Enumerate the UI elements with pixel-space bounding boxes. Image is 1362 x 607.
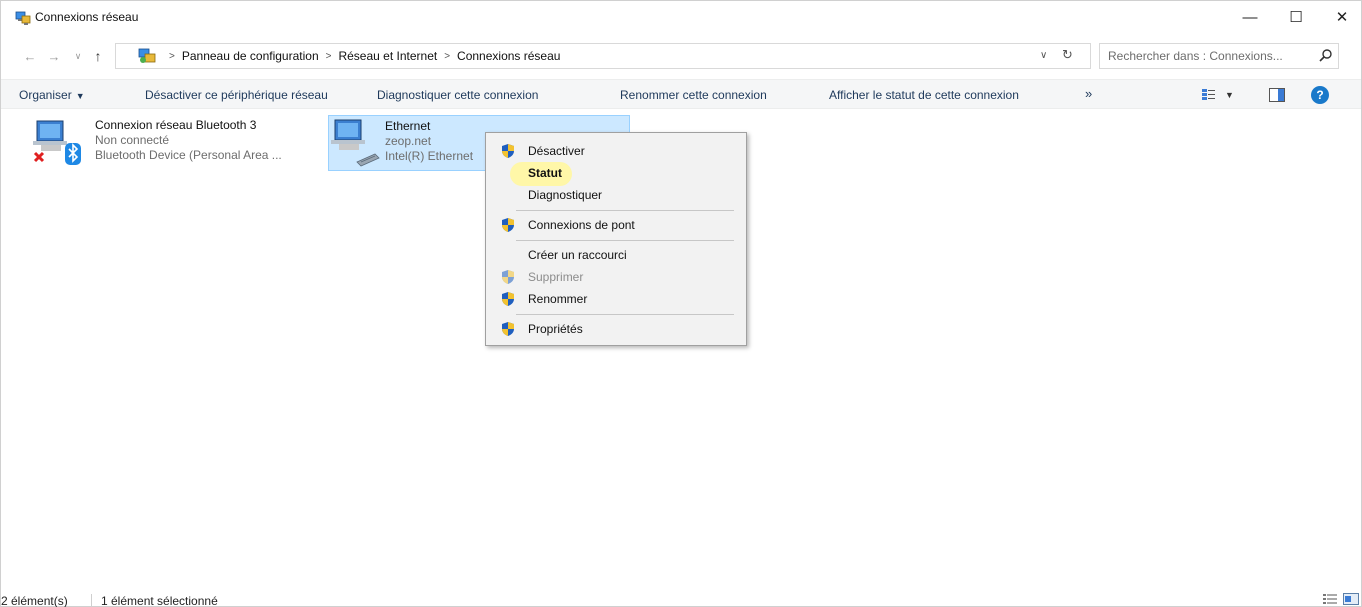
diagnose-connection-button[interactable]: Diagnostiquer cette connexion: [377, 88, 538, 102]
uac-shield-icon: [502, 292, 514, 306]
caret-down-icon: ▼: [75, 91, 85, 101]
uac-shield-icon: [502, 322, 514, 336]
menu-item-status[interactable]: Statut: [486, 162, 746, 186]
rename-connection-button[interactable]: Renommer cette connexion: [620, 88, 767, 102]
menu-item-label: Propriétés: [528, 322, 583, 336]
recent-locations-chevron-icon[interactable]: ∨: [69, 47, 87, 65]
item-count: 2 élément(s): [1, 594, 68, 607]
connection-device: Intel(R) Ethernet: [385, 149, 474, 163]
window-title: Connexions réseau: [35, 10, 139, 24]
breadcrumb: > Panneau de configuration > Réseau et I…: [162, 49, 560, 63]
connection-status: Non connecté: [95, 133, 170, 147]
network-adapter-bluetooth-icon: [33, 120, 81, 165]
chevron-right-icon[interactable]: >: [169, 51, 175, 62]
chevron-right-icon[interactable]: >: [444, 51, 450, 62]
large-icons-view-icon[interactable]: [1343, 593, 1359, 605]
connection-status: zeop.net: [385, 134, 432, 148]
command-bar: Organiser ▼ Désactiver ce périphérique ré…: [1, 79, 1361, 109]
uac-shield-icon: [502, 218, 514, 232]
connection-name: Connexion réseau Bluetooth 3: [95, 118, 257, 132]
selection-count: 1 élément sélectionné: [101, 594, 218, 607]
connection-item-bluetooth[interactable]: Connexion réseau Bluetooth 3 Non connect…: [25, 115, 321, 171]
breadcrumb-network-internet[interactable]: Réseau et Internet: [338, 49, 437, 63]
view-options-icon: [1202, 89, 1215, 100]
menu-item-create-shortcut[interactable]: Créer un raccourci: [486, 244, 746, 266]
address-bar[interactable]: > Panneau de configuration > Réseau et I…: [115, 43, 1091, 69]
network-connections-icon: [15, 11, 31, 25]
uac-shield-icon: [502, 144, 514, 158]
menu-item-rename[interactable]: Renommer: [486, 288, 746, 310]
preview-pane-icon[interactable]: [1269, 88, 1285, 102]
title-bar: Connexions réseau — ☐ ✕: [1, 1, 1361, 35]
menu-item-label: Désactiver: [528, 144, 585, 158]
menu-item-label: Connexions de pont: [528, 218, 635, 232]
breadcrumb-control-panel[interactable]: Panneau de configuration: [182, 49, 319, 63]
context-menu: Désactiver Statut Diagnostiquer Connexio…: [485, 132, 747, 346]
organize-label: Organiser: [19, 88, 72, 102]
view-status-button[interactable]: Afficher le statut de cette connexion: [829, 88, 1019, 102]
search-input[interactable]: Rechercher dans : Connexions...: [1099, 43, 1339, 69]
back-arrow-icon[interactable]: ←: [21, 47, 39, 65]
maximize-button[interactable]: ☐: [1273, 1, 1319, 33]
menu-item-label: Diagnostiquer: [528, 188, 603, 202]
disable-device-button[interactable]: Désactiver ce périphérique réseau: [145, 88, 328, 102]
details-view-icon[interactable]: [1323, 593, 1337, 605]
menu-item-diagnose[interactable]: Diagnostiquer: [486, 184, 746, 206]
network-adapter-ethernet-icon: [331, 119, 380, 167]
chevron-right-icon[interactable]: >: [326, 51, 332, 62]
menu-item-disable[interactable]: Désactiver: [486, 140, 746, 162]
close-button[interactable]: ✕: [1319, 1, 1362, 33]
menu-item-properties[interactable]: Propriétés: [486, 318, 746, 340]
menu-item-label: Créer un raccourci: [528, 248, 627, 262]
connection-device: Bluetooth Device (Personal Area ...: [95, 148, 282, 162]
caret-down-icon: ▼: [1225, 90, 1234, 100]
menu-item-bridge[interactable]: Connexions de pont: [486, 214, 746, 236]
explorer-window: Connexions réseau — ☐ ✕ ← → ∨ ↑ > Pannea…: [0, 0, 1362, 607]
change-view-button[interactable]: ▼: [1201, 87, 1235, 103]
status-bar: 2 élément(s) 1 élément sélectionné: [1, 591, 1361, 607]
menu-item-label: Supprimer: [528, 270, 584, 284]
breadcrumb-network-connections[interactable]: Connexions réseau: [457, 49, 560, 63]
menu-item-label: Renommer: [528, 292, 588, 306]
address-row: ← → ∨ ↑ > Panneau de configuration > Rés…: [1, 41, 1361, 71]
uac-shield-icon: [502, 270, 514, 284]
refresh-icon[interactable]: ↻: [1062, 47, 1073, 63]
control-panel-icon: [138, 48, 156, 63]
menu-separator: [516, 314, 734, 315]
minimize-button[interactable]: —: [1227, 1, 1273, 33]
search-placeholder: Rechercher dans : Connexions...: [1108, 49, 1283, 63]
help-icon[interactable]: ?: [1311, 86, 1329, 104]
menu-item-delete: Supprimer: [486, 266, 746, 288]
forward-arrow-icon[interactable]: →: [45, 47, 63, 65]
more-commands-button[interactable]: »: [1085, 86, 1092, 101]
menu-separator: [516, 210, 734, 211]
organize-menu-button[interactable]: Organiser ▼: [19, 88, 85, 102]
address-dropdown-icon[interactable]: ∨: [1040, 50, 1047, 61]
status-divider: [91, 594, 92, 606]
up-arrow-icon[interactable]: ↑: [89, 47, 107, 65]
menu-item-label: Statut: [528, 166, 562, 180]
search-icon: [1319, 49, 1332, 62]
menu-separator: [516, 240, 734, 241]
connection-name: Ethernet: [385, 119, 431, 133]
